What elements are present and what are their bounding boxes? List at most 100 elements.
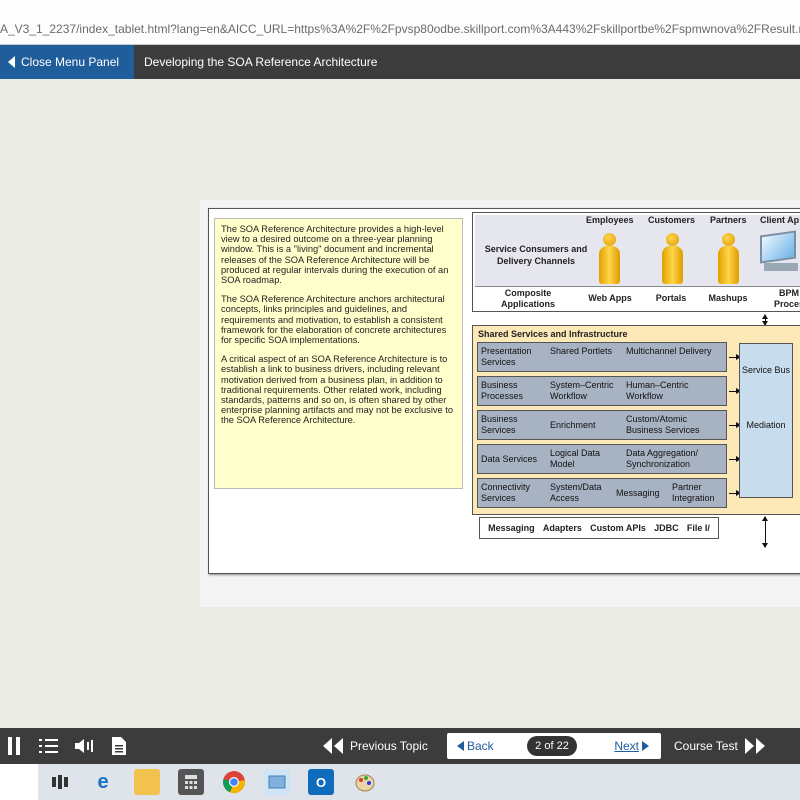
arrow-icon xyxy=(729,388,741,394)
arrow-icon xyxy=(729,490,741,496)
row-cell: Partner Integration xyxy=(672,482,715,503)
channel-cell: BPM Proces xyxy=(773,288,800,309)
page-count: 2 of 22 xyxy=(527,736,577,756)
document-icon xyxy=(112,737,126,755)
row-label: Presentation Services xyxy=(481,346,532,367)
rewind-icon xyxy=(323,738,343,754)
row-cell: Shared Portlets xyxy=(550,346,613,356)
presentation-services-row: Presentation Services Shared Portlets Mu… xyxy=(477,342,727,372)
close-menu-panel-label: Close Menu Panel xyxy=(21,55,120,69)
mediation-label: Mediation xyxy=(746,420,786,430)
arrow-icon xyxy=(729,354,741,360)
course-test-label: Course Test xyxy=(674,739,738,753)
browser-address-bar[interactable]: A_V3_1_2237/index_tablet.html?lang=en&AI… xyxy=(0,0,800,45)
task-view-icon[interactable] xyxy=(47,769,73,795)
data-services-row: Data Services Logical Data Model Data Ag… xyxy=(477,444,727,474)
consumers-label: Service Consumers and Delivery Channels xyxy=(484,244,588,266)
row-label: Data Services xyxy=(481,454,538,464)
app-window-icon[interactable] xyxy=(264,769,290,795)
customer-person-icon xyxy=(660,233,684,285)
outlook-icon[interactable]: O xyxy=(308,769,334,795)
row-cell: Messaging xyxy=(616,488,660,498)
next-button[interactable]: Next xyxy=(614,739,649,753)
topic-title: Developing the SOA Reference Architectur… xyxy=(144,55,378,69)
previous-topic-label: Previous Topic xyxy=(350,739,428,753)
row-cell: System–Centric Workflow xyxy=(550,380,614,401)
course-test-button[interactable]: Course Test xyxy=(674,728,766,764)
shared-services-panel: Shared Services and Infrastructure Prese… xyxy=(472,325,800,515)
connector-arrow xyxy=(762,314,768,326)
row-cell: Custom/Atomic Business Services xyxy=(626,414,700,435)
audio-button[interactable] xyxy=(74,728,96,764)
connector-arrow xyxy=(762,516,768,548)
row-label: Business Processes xyxy=(481,380,524,401)
pause-button[interactable] xyxy=(6,728,22,764)
chevron-left-icon xyxy=(8,56,15,68)
note-paragraph: The SOA Reference Architecture provides … xyxy=(221,224,449,286)
content-frame: The SOA Reference Architecture provides … xyxy=(200,200,800,607)
strip-item: File I/ xyxy=(686,523,710,533)
chevron-right-icon xyxy=(642,741,649,751)
taskbar-search-area[interactable] xyxy=(0,764,38,800)
os-taskbar: e O xyxy=(0,764,800,800)
row-cell: System/Data Access xyxy=(550,482,602,503)
service-consumers-panel: Service Consumers and Delivery Channels … xyxy=(472,212,800,312)
connectivity-services-row: Connectivity Services System/Data Access… xyxy=(477,478,727,508)
strip-item: Adapters xyxy=(542,523,582,533)
row-cell: Human–Centric Workflow xyxy=(626,380,689,401)
paint-icon[interactable] xyxy=(352,769,378,795)
transcript-button[interactable] xyxy=(110,728,128,764)
partner-person-icon xyxy=(716,233,740,285)
service-bus: Service Bus Mediation xyxy=(739,343,793,498)
row-label: Business Services xyxy=(481,414,518,435)
course-top-bar: Close Menu Panel Developing the SOA Refe… xyxy=(0,45,800,79)
service-bus-label: Service Bus xyxy=(741,365,791,375)
strip-item: Messaging xyxy=(488,523,535,533)
strip-item: Custom APIs xyxy=(590,523,646,533)
shared-services-title: Shared Services and Infrastructure xyxy=(478,329,628,339)
description-note: The SOA Reference Architecture provides … xyxy=(214,218,463,489)
arrow-icon xyxy=(729,456,741,462)
divider xyxy=(475,286,800,287)
course-nav-bar: Previous Topic Back 2 of 22 Next Course … xyxy=(0,728,800,764)
row-cell: Data Aggregation/ Synchronization xyxy=(626,448,699,469)
strip-item: JDBC xyxy=(654,523,679,533)
chrome-icon[interactable] xyxy=(221,769,247,795)
back-label: Back xyxy=(467,739,494,753)
close-menu-panel-button[interactable]: Close Menu Panel xyxy=(0,45,134,79)
back-button[interactable]: Back xyxy=(457,739,494,753)
note-paragraph: A critical aspect of an SOA Reference Ar… xyxy=(221,354,454,426)
edge-browser-icon[interactable]: e xyxy=(90,769,116,795)
previous-topic-button[interactable]: Previous Topic xyxy=(322,728,428,764)
fast-forward-icon xyxy=(744,738,765,754)
row-label: Connectivity Services xyxy=(481,482,531,503)
note-paragraph: The SOA Reference Architecture anchors a… xyxy=(221,294,447,346)
integration-strip: Messaging Adapters Custom APIs JDBC File… xyxy=(479,517,719,539)
arrow-icon xyxy=(729,422,741,428)
channel-cell: Composite Applications xyxy=(500,288,555,309)
diagram-box: The SOA Reference Architecture provides … xyxy=(208,208,800,574)
employee-person-icon xyxy=(597,233,621,285)
calculator-icon[interactable] xyxy=(178,769,204,795)
channel-cell: Portals xyxy=(655,293,687,303)
channel-cell: Mashups xyxy=(708,293,748,303)
client-computer-icon xyxy=(758,230,798,273)
list-icon xyxy=(39,739,58,753)
next-label: Next xyxy=(614,739,639,753)
row-cell: Enrichment xyxy=(550,420,596,430)
page-pager: Back 2 of 22 Next xyxy=(447,733,661,759)
consumer-header: Client Ap xyxy=(760,215,800,225)
row-cell: Logical Data Model xyxy=(550,448,601,469)
consumer-header: Partners xyxy=(710,215,747,225)
pause-icon xyxy=(8,737,20,755)
business-processes-row: Business Processes System–Centric Workfl… xyxy=(477,376,727,406)
consumer-header: Customers xyxy=(648,215,696,225)
speaker-icon xyxy=(75,739,93,753)
url-text[interactable]: A_V3_1_2237/index_tablet.html?lang=en&AI… xyxy=(0,22,800,36)
consumer-header: Employees xyxy=(586,215,634,225)
chevron-left-icon xyxy=(457,741,464,751)
outline-button[interactable] xyxy=(38,728,60,764)
row-cell: Multichannel Delivery xyxy=(626,346,712,356)
business-services-row: Business Services Enrichment Custom/Atom… xyxy=(477,410,727,440)
file-explorer-icon[interactable] xyxy=(134,769,160,795)
